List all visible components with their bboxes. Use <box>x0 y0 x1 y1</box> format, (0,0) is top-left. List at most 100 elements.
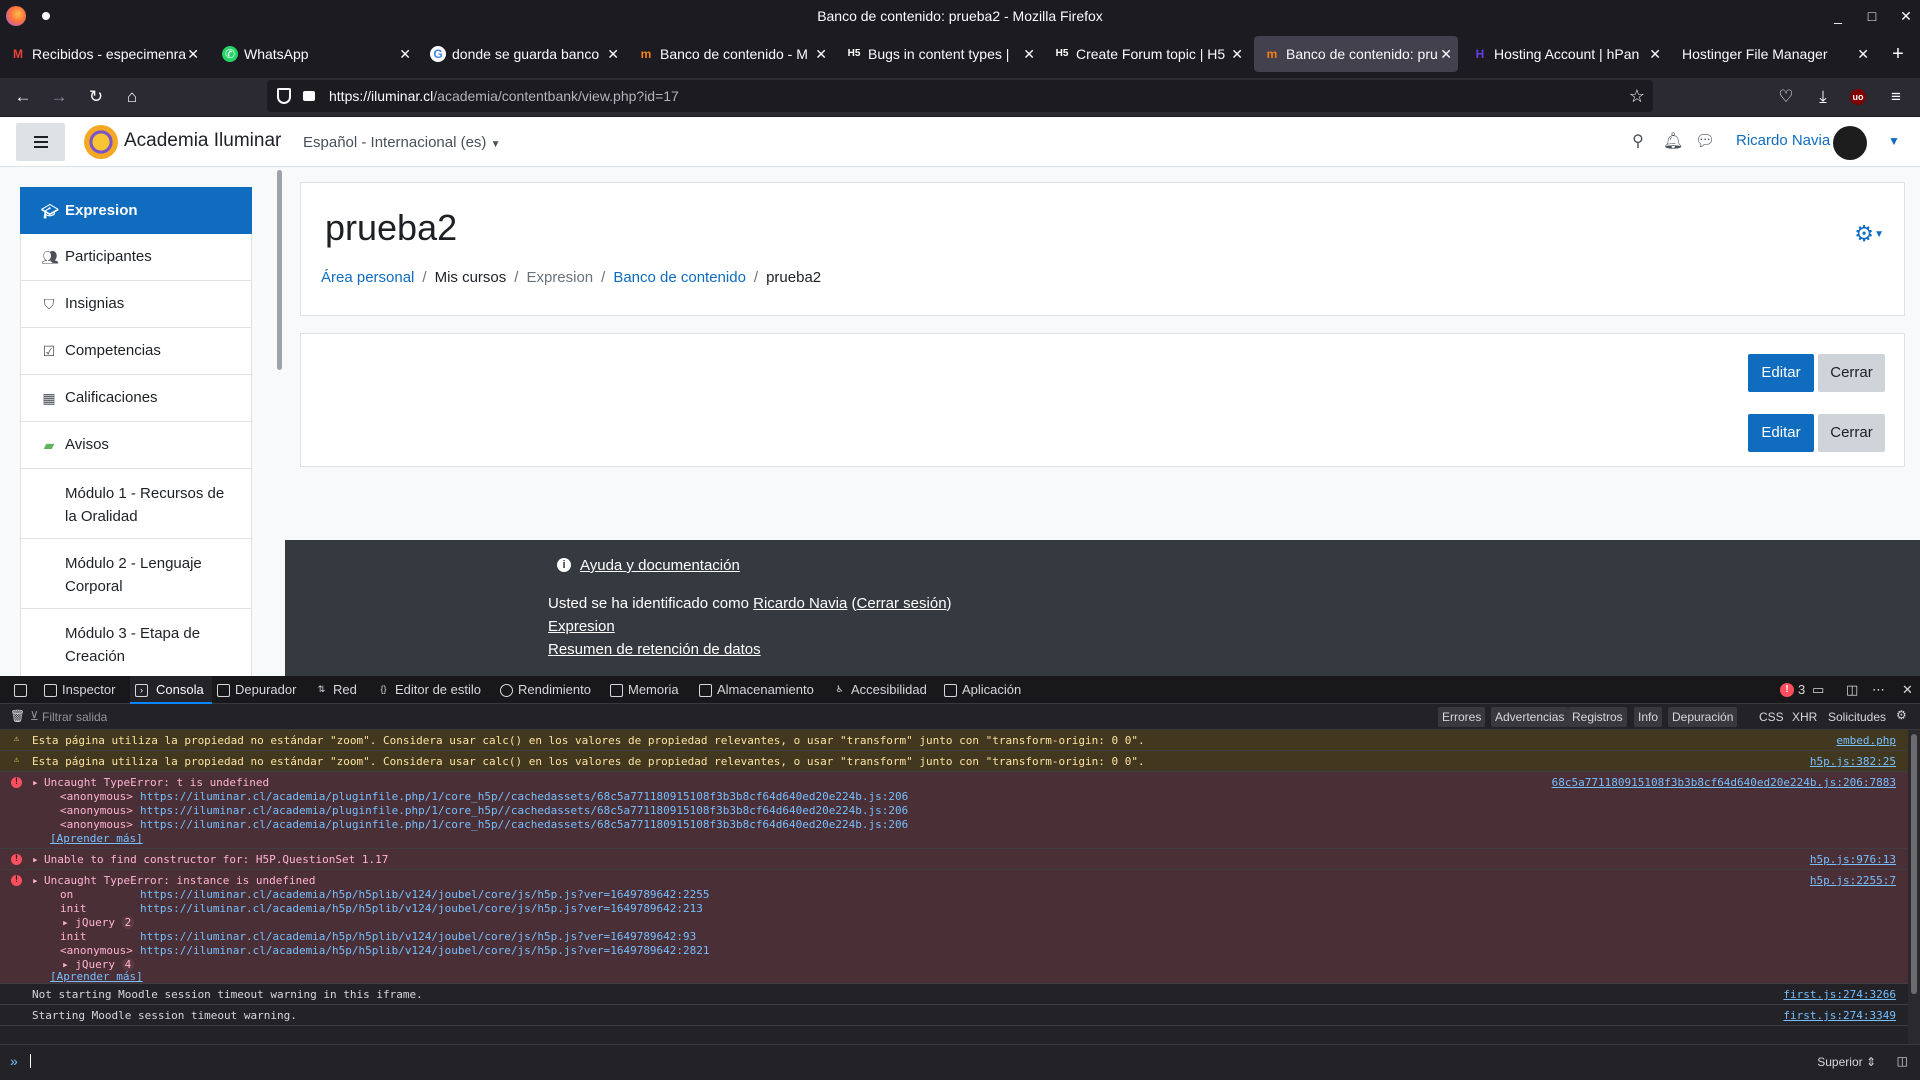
sidebar-item-modulo-1[interactable]: Módulo 1 - Recursos de la Oralidad <box>20 469 252 539</box>
tab-memoria[interactable]: Memoria <box>608 676 679 704</box>
sidebar-item-modulo-2[interactable]: Módulo 2 - Lenguaje Corporal <box>20 539 252 609</box>
filter-info[interactable]: Info <box>1634 707 1663 727</box>
expand-arrow-icon[interactable]: ▸ <box>32 776 39 789</box>
split-console-icon[interactable]: ◫ <box>1897 1054 1908 1068</box>
course-link[interactable]: Expresion <box>548 618 615 635</box>
close-tab-icon[interactable]: ✕ <box>1857 36 1869 72</box>
minimize-icon[interactable]: _ <box>1828 6 1848 26</box>
context-selector[interactable]: Superior ⇕ <box>1817 1055 1876 1069</box>
tab-almacenamiento[interactable]: Almacenamiento <box>697 676 814 704</box>
browser-tab[interactable]: H5 Bugs in content types | ✕ <box>836 36 1041 72</box>
message-text[interactable]: Uncaught TypeError: instance is undefine… <box>44 874 316 887</box>
stack-frame-link[interactable]: https://iluminar.cl/academia/pluginfile.… <box>140 818 908 831</box>
error-count-badge[interactable]: ! <box>1780 683 1794 697</box>
logout-link[interactable]: Cerrar sesión <box>857 595 947 612</box>
breadcrumb-link-area-personal[interactable]: Área personal <box>321 269 414 286</box>
browser-tab[interactable]: M Recibidos - especimenra ✕ <box>0 36 205 72</box>
trash-icon[interactable]: 🗑︎ <box>10 709 25 723</box>
filter-xhr[interactable]: XHR <box>1792 707 1817 727</box>
browser-tab[interactable]: G donde se guarda banco ✕ <box>420 36 625 72</box>
search-icon[interactable]: ⚲ <box>1629 133 1647 151</box>
element-picker-icon[interactable] <box>8 676 30 704</box>
close-tab-icon[interactable]: ✕ <box>1231 36 1243 72</box>
ublock-icon[interactable]: uo <box>1850 89 1866 105</box>
site-name[interactable]: Academia Iluminar <box>124 130 281 152</box>
new-tab-icon[interactable]: + <box>1888 44 1908 64</box>
home-icon[interactable]: ⌂ <box>122 87 142 107</box>
language-menu[interactable]: Español - Internacional (es) ▼ <box>303 134 501 151</box>
maximize-icon[interactable]: □ <box>1862 6 1882 26</box>
user-menu-caret-icon[interactable]: ▼ <box>1888 134 1900 148</box>
dock-icon[interactable]: ◫ <box>1846 682 1858 698</box>
close-tab-icon[interactable]: ✕ <box>1023 36 1035 72</box>
stack-frame-link[interactable]: https://iluminar.cl/academia/pluginfile.… <box>140 804 908 817</box>
browser-tab[interactable]: Hostinger File Manager ✕ <box>1670 36 1875 72</box>
filter-input[interactable]: Filtrar salida <box>42 710 107 724</box>
stack-frame-link[interactable]: https://iluminar.cl/academia/h5p/h5plib/… <box>140 930 696 943</box>
stack-frame-link[interactable]: https://iluminar.cl/academia/h5p/h5plib/… <box>140 888 710 901</box>
source-link[interactable]: h5p.js:976:13 <box>1810 853 1896 866</box>
scrollbar-thumb[interactable] <box>1911 734 1917 994</box>
downloads-icon[interactable]: ⤓ <box>1813 87 1833 107</box>
close-button[interactable]: Cerrar <box>1818 414 1885 452</box>
gear-icon[interactable]: ⚙ <box>1854 221 1874 247</box>
sidebar-item-expresion[interactable]: 🎓︎ Expresion <box>20 187 252 234</box>
avatar[interactable] <box>1833 126 1867 160</box>
console-scrollbar[interactable] <box>1908 730 1920 1044</box>
profile-link[interactable]: Ricardo Navia <box>753 595 847 612</box>
lock-icon[interactable] <box>303 91 315 101</box>
sidebar-item-modulo-3[interactable]: Módulo 3 - Etapa de Creación <box>20 609 252 676</box>
user-name[interactable]: Ricardo Navia <box>1736 132 1830 149</box>
tab-inspector[interactable]: Inspector <box>42 676 115 704</box>
source-link[interactable]: first.js:274:3266 <box>1783 988 1896 1001</box>
tab-red[interactable]: ⇅ Red <box>313 676 357 704</box>
tab-editor-de-estilo[interactable]: {} Editor de estilo <box>375 676 481 704</box>
filter-errors[interactable]: Errores <box>1438 707 1486 727</box>
edit-button[interactable]: Editar <box>1748 354 1814 392</box>
more-options-icon[interactable]: ⋯ <box>1872 682 1885 698</box>
stack-frame-link[interactable]: https://iluminar.cl/academia/h5p/h5plib/… <box>140 944 710 957</box>
pocket-icon[interactable]: ♡ <box>1776 87 1796 107</box>
source-link[interactable]: first.js:274:3349 <box>1783 1009 1896 1022</box>
tab-consola[interactable]: › Consola <box>130 676 212 704</box>
learn-more-link[interactable]: [Aprender más] <box>50 970 143 983</box>
sidebar-item-competencias[interactable]: ☑ Competencias <box>20 328 252 375</box>
tab-depurador[interactable]: Depurador <box>215 676 296 704</box>
sidebar-item-participantes[interactable]: 👥︎ Participantes <box>20 234 252 281</box>
sidebar-item-calificaciones[interactable]: ▦ Calificaciones <box>20 375 252 422</box>
close-tab-icon[interactable]: ✕ <box>1440 36 1452 72</box>
source-link[interactable]: h5p.js:2255:7 <box>1810 874 1896 887</box>
back-icon[interactable]: ← <box>13 87 33 107</box>
error-count[interactable]: 3 <box>1798 682 1805 697</box>
chat-icon[interactable]: 💬︎ <box>1695 133 1715 151</box>
tracking-protection-icon[interactable] <box>277 88 291 104</box>
breadcrumb-link-banco[interactable]: Banco de contenido <box>613 269 746 286</box>
edit-button[interactable]: Editar <box>1748 414 1814 452</box>
source-link[interactable]: embed.php <box>1836 734 1896 747</box>
url-bar[interactable]: https://iluminar.cl/academia/contentbank… <box>267 80 1653 112</box>
jquery-group[interactable]: ▸ jQuery 2 <box>62 916 135 929</box>
tab-accesibilidad[interactable]: ♿︎ Accesibilidad <box>831 676 926 704</box>
tab-rendimiento[interactable]: Rendimiento <box>498 676 591 704</box>
bookmark-star-icon[interactable]: ☆ <box>1629 80 1645 112</box>
close-tab-icon[interactable]: ✕ <box>1649 36 1661 72</box>
filter-css[interactable]: CSS <box>1759 707 1784 727</box>
close-tab-icon[interactable]: ✕ <box>815 36 827 72</box>
bell-icon[interactable]: 🔔︎ <box>1663 133 1683 151</box>
chevron-down-icon[interactable]: ▼ <box>1874 229 1884 240</box>
sidebar-item-insignias[interactable]: ⛉ Insignias <box>20 281 252 328</box>
help-link[interactable]: Ayuda y documentación <box>580 557 740 574</box>
filter-logs[interactable]: Registros <box>1568 707 1627 727</box>
browser-tab[interactable]: H Hosting Account | hPan ✕ <box>1462 36 1667 72</box>
expand-arrow-icon[interactable]: ▸ <box>32 853 39 866</box>
console-input[interactable]: » Superior ⇕ ◫ <box>0 1044 1920 1080</box>
filter-debug[interactable]: Depuración <box>1668 707 1738 727</box>
message-text[interactable]: Uncaught TypeError: t is undefined <box>44 776 269 789</box>
close-button[interactable]: Cerrar <box>1818 354 1885 392</box>
source-link[interactable]: h5p.js:382:25 <box>1810 755 1896 768</box>
close-tab-icon[interactable]: ✕ <box>399 36 411 72</box>
message-text[interactable]: Unable to find constructor for: H5P.Ques… <box>44 853 388 866</box>
site-logo[interactable] <box>84 125 118 159</box>
menu-icon[interactable]: ≡ <box>1886 87 1906 107</box>
browser-tab[interactable]: ✆ WhatsApp ✕ <box>212 36 417 72</box>
